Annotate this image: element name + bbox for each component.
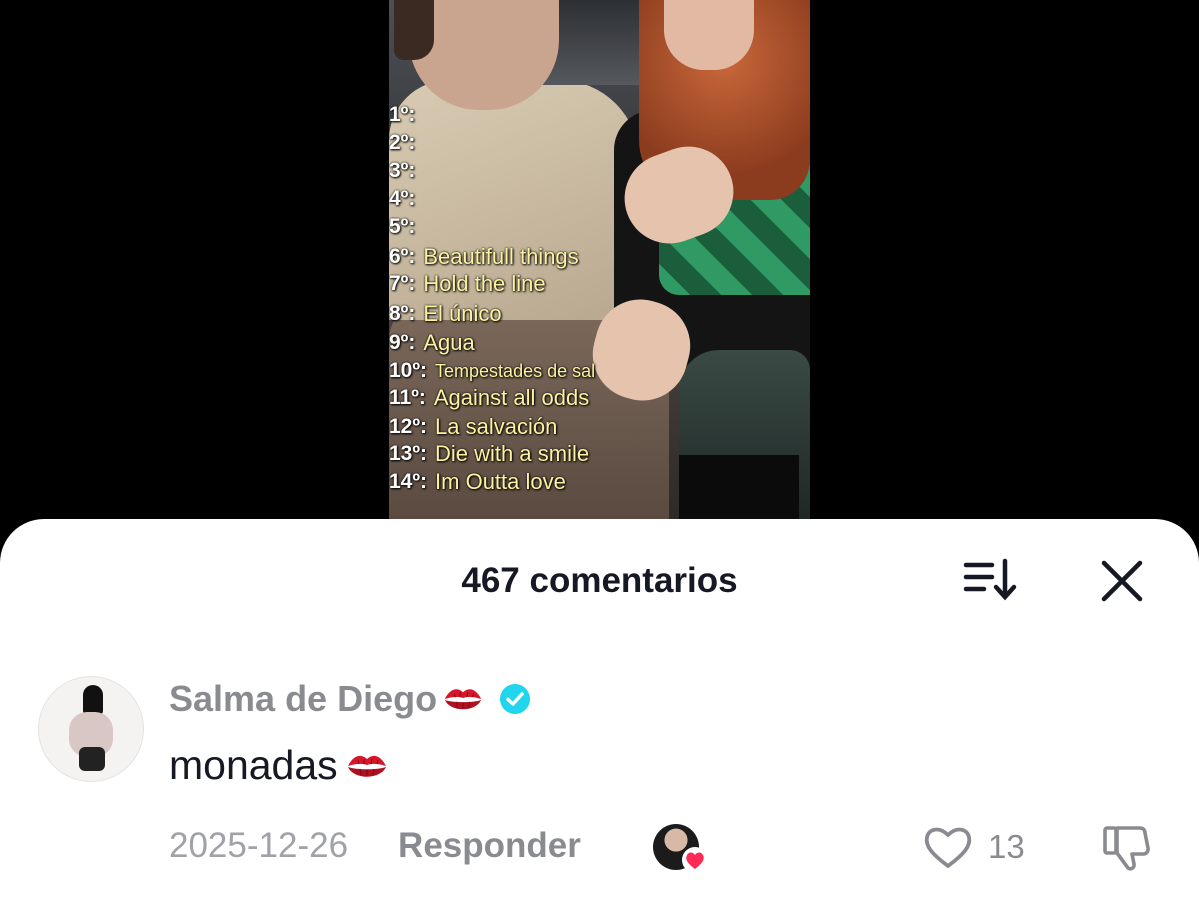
close-button[interactable]	[1096, 555, 1148, 607]
heart-outline-icon	[924, 827, 972, 868]
kiss-mark-icon	[347, 755, 386, 777]
video-scene-man-hair	[394, 0, 434, 60]
comments-header: 467 comentarios	[0, 519, 1199, 639]
creator-liked-badge	[653, 824, 711, 874]
creator-heart-icon	[682, 847, 708, 873]
ranking-song: Beautifull things	[423, 244, 579, 269]
ranking-song: Die with a smile	[435, 441, 590, 466]
ranking-song: Hold the line	[423, 271, 546, 296]
avatar-figure-legs	[79, 747, 105, 771]
ranking-song: El único	[423, 301, 502, 326]
ranking-row: 5º:	[389, 213, 423, 241]
ranking-number: 3º:	[389, 159, 416, 182]
video-area[interactable]: 1º: 2º: 3º: 4º: 5º: 6º: Beautifull things…	[0, 0, 1199, 530]
close-icon	[1101, 560, 1143, 602]
ranking-row: 10º: Tempestades de sal	[389, 357, 595, 385]
ranking-number: 11º:	[389, 386, 426, 409]
ranking-row: 11º: Against all odds	[389, 384, 589, 412]
sort-icon	[963, 558, 1017, 601]
comment-text-row: monadas	[169, 742, 390, 789]
video-frame[interactable]: 1º: 2º: 3º: 4º: 5º: 6º: Beautifull things…	[389, 0, 810, 520]
ranking-song: Im Outta love	[435, 469, 566, 494]
thumbs-down-icon	[1103, 826, 1150, 871]
comment-username-row[interactable]: Salma de Diego	[169, 678, 531, 720]
ranking-row: 6º: Beautifull things	[389, 243, 579, 271]
ranking-number: 8º:	[389, 302, 416, 325]
ranking-number: 6º:	[389, 245, 416, 268]
comments-sheet: 467 comentarios Salma de Diego monadas 2…	[0, 519, 1199, 900]
ranking-row: 14º: Im Outta love	[389, 468, 566, 496]
ranking-number: 13º:	[389, 442, 428, 465]
ranking-row: 1º:	[389, 101, 423, 129]
sort-button[interactable]	[960, 555, 1020, 605]
ranking-song: Against all odds	[433, 385, 590, 410]
video-scene-woman-face	[664, 0, 754, 70]
ranking-row: 4º:	[389, 185, 423, 213]
kiss-mark-icon	[444, 689, 482, 710]
ranking-number: 9º:	[389, 331, 416, 354]
ranking-row: 12º: La salvación	[389, 413, 557, 441]
comment-username[interactable]: Salma de Diego	[169, 678, 437, 720]
comment-date: 2025-12-26	[169, 826, 349, 865]
ranking-row: 7º: Hold the line	[389, 270, 546, 298]
ranking-number: 7º:	[389, 272, 416, 295]
ranking-number: 10º:	[389, 359, 428, 382]
avatar[interactable]	[38, 676, 144, 782]
comment-text: monadas	[169, 742, 338, 788]
ranking-song: Tempestades de sal	[435, 360, 596, 381]
ranking-number: 12º:	[389, 415, 428, 438]
ranking-number: 5º:	[389, 215, 416, 238]
ranking-song: Agua	[423, 330, 475, 355]
reply-button[interactable]: Responder	[398, 826, 581, 866]
ranking-number: 2º:	[389, 131, 416, 154]
ranking-song: La salvación	[435, 414, 558, 439]
ranking-row: 8º: El único	[389, 300, 502, 328]
comment-meta: 2025-12-26 Responder	[169, 826, 581, 866]
ranking-row: 3º:	[389, 157, 423, 185]
ranking-row: 13º: Die with a smile	[389, 440, 589, 468]
ranking-row: 9º: Agua	[389, 329, 475, 357]
ranking-number: 14º:	[389, 470, 428, 493]
verified-badge-icon	[500, 684, 531, 714]
dislike-button[interactable]	[1100, 822, 1152, 874]
ranking-number: 1º:	[389, 103, 416, 126]
avatar-figure-hair	[83, 685, 103, 715]
like-count: 13	[988, 828, 1025, 865]
like-button[interactable]: 13	[922, 824, 1025, 870]
video-scene-boot	[679, 455, 799, 520]
ranking-number: 4º:	[389, 187, 416, 210]
ranking-row: 2º:	[389, 129, 423, 157]
